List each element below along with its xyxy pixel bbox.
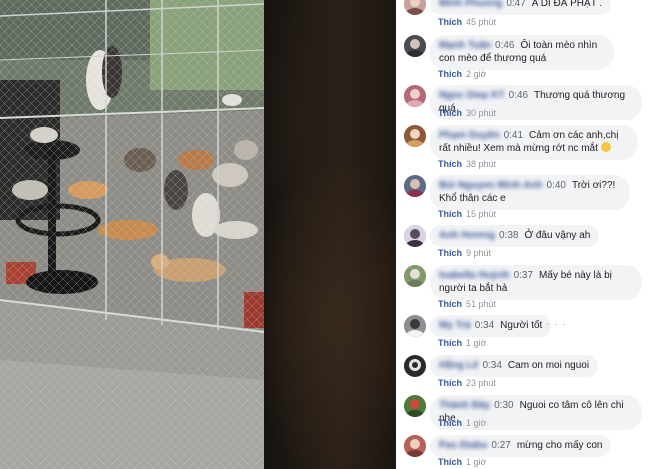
avatar[interactable]: [404, 0, 426, 15]
comment-timestamp[interactable]: 0:30: [494, 400, 513, 411]
comment-bubble: Pas Diabu 0:27 mừng cho mấy con: [430, 435, 612, 457]
comment-age[interactable]: 38 phút: [466, 159, 496, 169]
comment-bubble: My Trà 0:34 Người tốt: [430, 315, 552, 337]
avatar[interactable]: [404, 35, 426, 57]
comment-text: A DI ĐÀ PHẬT .: [531, 0, 603, 9]
avatar[interactable]: [404, 225, 426, 247]
comment-bubble: Phạm Duyên 0:41 Cảm ơn các anh,chị rất nhi…: [430, 125, 638, 160]
comment-timestamp[interactable]: 0:37: [514, 270, 533, 281]
like-link[interactable]: Thích: [438, 209, 462, 219]
blurred-video-background: [264, 0, 396, 469]
comment-author[interactable]: Pas Diabu: [439, 440, 487, 451]
comment-bubble: Anh Hương 0:38 Ở đâu vậny ah: [430, 225, 600, 247]
comment-age[interactable]: 15 phút: [466, 209, 496, 219]
comment-age[interactable]: 30 phút: [466, 108, 496, 118]
avatar[interactable]: [404, 265, 426, 287]
comment-timestamp[interactable]: 0:34: [482, 360, 501, 371]
comment-timestamp[interactable]: 0:34: [475, 320, 494, 331]
like-link[interactable]: Thích: [438, 159, 462, 169]
cats-in-cage-photo: [0, 0, 264, 469]
comment-author[interactable]: Phạm Duyên: [439, 130, 500, 141]
avatar[interactable]: [404, 85, 426, 107]
comment-bubble: Hằng Lê 0:34 Cam on moi nguoi: [430, 355, 599, 377]
comment-timestamp[interactable]: 0:27: [491, 440, 510, 451]
comment-author[interactable]: Thành Đây: [439, 400, 490, 411]
comment-options-icon[interactable]: · · ·: [546, 319, 567, 330]
comment-author[interactable]: Ngoc Diep KT: [439, 90, 505, 101]
like-link[interactable]: Thích: [438, 418, 462, 428]
comment-timestamp[interactable]: 0:40: [547, 180, 566, 191]
avatar[interactable]: [404, 355, 426, 377]
comment-timestamp[interactable]: 0:38: [499, 230, 518, 241]
like-link[interactable]: Thích: [438, 248, 462, 258]
avatar[interactable]: [404, 315, 426, 337]
comment-age[interactable]: 23 phút: [466, 378, 496, 388]
comment-age[interactable]: 1 giờ: [466, 418, 486, 428]
comment-text: mừng cho mấy con: [516, 440, 603, 451]
comment-bubble: Bùi Nguyen Minh Anh 0:40 Trời ơi??! Khổ th…: [430, 175, 630, 210]
comment-timestamp[interactable]: 0:41: [504, 130, 523, 141]
avatar[interactable]: [404, 125, 426, 147]
like-link[interactable]: Thích: [438, 17, 462, 27]
comment-age[interactable]: 45 phút: [466, 17, 496, 27]
comment-age[interactable]: 9 phút: [466, 248, 491, 258]
comment-bubble: Isabella Huỳnh 0:37 Mấy bé này là bị người…: [430, 265, 642, 300]
comment-timestamp[interactable]: 0:47: [506, 0, 525, 9]
comment-author[interactable]: Anh Hương: [439, 230, 495, 241]
smile-emoji-icon: [600, 142, 611, 152]
avatar[interactable]: [404, 175, 426, 197]
comment-author[interactable]: Hằng Lê: [439, 360, 478, 371]
comment-author[interactable]: My Trà: [439, 320, 471, 331]
avatar[interactable]: [404, 435, 426, 457]
like-link[interactable]: Thích: [438, 378, 462, 388]
like-link[interactable]: Thích: [438, 457, 462, 467]
comment-timestamp[interactable]: 0:46: [509, 90, 528, 101]
comment-bubble: Minh Phuong 0:47 A DI ĐÀ PHẬT .: [430, 0, 612, 15]
like-link[interactable]: Thích: [438, 338, 462, 348]
like-link[interactable]: Thích: [438, 299, 462, 309]
comment-author[interactable]: Mạnh Tuấn: [439, 40, 491, 51]
avatar[interactable]: [404, 395, 426, 417]
like-link[interactable]: Thích: [438, 108, 462, 118]
comment-author[interactable]: Isabella Huỳnh: [439, 270, 510, 281]
video-player[interactable]: [0, 0, 396, 469]
like-link[interactable]: Thích: [438, 69, 462, 79]
comment-author[interactable]: Minh Phuong: [439, 0, 502, 9]
comment-author[interactable]: Bùi Nguyen Minh Anh: [439, 180, 543, 191]
comment-age[interactable]: 2 giờ: [466, 69, 486, 79]
comment-text: Ở đâu vậny ah: [524, 230, 591, 241]
comment-text: Cam on moi nguoi: [507, 360, 590, 371]
comment-age[interactable]: 1 giờ: [466, 457, 486, 467]
comment-bubble: Mạnh Tuấn 0:46 Ôi toàn mèo nhìn con mèo để…: [430, 35, 614, 70]
comment-age[interactable]: 1 giờ: [466, 338, 486, 348]
comment-age[interactable]: 51 phút: [466, 299, 496, 309]
comment-timestamp[interactable]: 0:46: [495, 40, 514, 51]
live-comments-panel: Minh Phuong 0:47 A DI ĐÀ PHẬT . Thích 45 ph…: [396, 0, 660, 469]
comment-text: Người tốt: [500, 320, 543, 331]
